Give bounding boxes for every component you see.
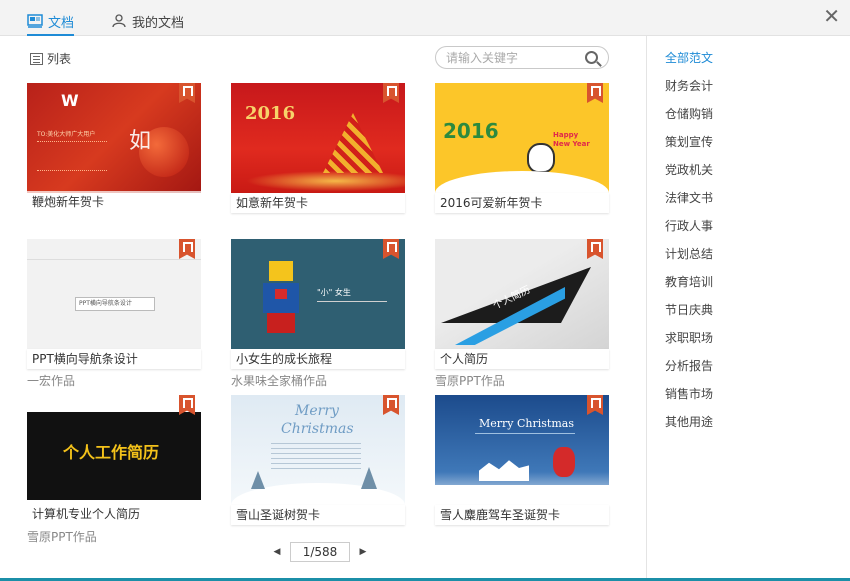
template-title: 雪山圣诞树贺卡 (231, 505, 405, 525)
reindeer-graphic (479, 460, 529, 481)
tab-label: 我的文档 (132, 15, 185, 31)
tab-my-documents[interactable]: 我的文档 (111, 8, 184, 34)
tab-documents[interactable]: 文档 (27, 8, 75, 36)
category-item[interactable]: 财务会计 (665, 78, 713, 106)
prev-page-icon[interactable]: ◀ (270, 544, 284, 560)
template-card[interactable]: PPT横向导航条设计 PPT横向导航条设计 (27, 239, 201, 369)
category-item[interactable]: 党政机关 (665, 162, 713, 190)
thumb-text: 个人工作简历 (63, 443, 160, 462)
template-title: 2016可爱新年贺卡 (435, 193, 609, 213)
cartoon-cat-graphic (527, 143, 555, 173)
close-icon[interactable]: ✕ (823, 6, 840, 26)
tree-graphic (251, 471, 265, 489)
template-title: PPT横向导航条设计 (27, 349, 201, 369)
list-icon (30, 52, 43, 65)
template-title: 雪人麋鹿驾车圣诞贺卡 (435, 505, 609, 525)
category-item[interactable]: 其他用途 (665, 414, 713, 442)
category-item[interactable]: 分析报告 (665, 358, 713, 386)
tab-label: 文档 (48, 15, 75, 31)
template-card[interactable]: 2016 如意新年贺卡 (231, 83, 405, 213)
template-thumbnail: Merry Christmas (231, 395, 405, 505)
template-gallery: 列表 W TO:美化大师广大用户 如 鞭炮新年贺卡 2016 如意新年贺卡 20… (0, 36, 646, 581)
template-thumbnail: 个人简历 (435, 239, 609, 349)
thumb-year: 2016 (443, 119, 499, 143)
template-card[interactable]: 个人简历 个人简历 (435, 239, 609, 369)
top-bar: 文档 我的文档 ✕ (0, 0, 850, 36)
thumb-text: "小" 女生 (317, 288, 351, 297)
template-author: 一宏作品 (27, 374, 76, 388)
template-card[interactable]: 2016 Happy New Year 2016可爱新年贺卡 (435, 83, 609, 213)
thumb-year: 2016 (245, 103, 296, 124)
category-item[interactable]: 教育培训 (665, 274, 713, 302)
category-sidebar: 全部范文 财务会计 仓储购销 策划宣传 党政机关 法律文书 行政人事 计划总结 … (646, 36, 850, 581)
template-card[interactable]: W TO:美化大师广大用户 如 鞭炮新年贺卡 (27, 83, 201, 213)
template-title: 鞭炮新年贺卡 (27, 191, 201, 213)
template-card[interactable]: "小" 女生 小女生的成长旅程 (231, 239, 405, 369)
template-card[interactable]: 个人工作简历 计算机专业个人简历 (27, 395, 201, 525)
firecracker-graphic (323, 113, 383, 173)
next-page-icon[interactable]: ▶ (356, 544, 370, 560)
document-icon (27, 14, 43, 28)
template-thumbnail: "小" 女生 (231, 239, 405, 349)
list-view-label: 列表 (47, 52, 72, 66)
thumb-text: Merry (295, 403, 339, 419)
list-view-toggle[interactable]: 列表 (30, 50, 71, 67)
template-title: 如意新年贺卡 (231, 193, 405, 213)
template-thumbnail: Merry Christmas (435, 395, 609, 505)
category-item[interactable]: 行政人事 (665, 218, 713, 246)
thumb-brand: W (61, 91, 79, 110)
lego-head-graphic (269, 261, 293, 281)
template-thumbnail: 个人工作简历 (27, 395, 201, 505)
thumb-text: Happy New Year (553, 131, 590, 148)
category-item[interactable]: 仓储购销 (665, 106, 713, 134)
template-card[interactable]: Merry Christmas 雪人麋鹿驾车圣诞贺卡 (435, 395, 609, 525)
template-title: 计算机专业个人简历 (27, 503, 201, 525)
category-item[interactable]: 计划总结 (665, 246, 713, 274)
santa-graphic (553, 447, 575, 477)
search-input[interactable] (446, 50, 576, 66)
category-item[interactable]: 销售市场 (665, 386, 713, 414)
thumb-text: TO:美化大师广大用户 (37, 131, 96, 138)
template-thumbnail: 2016 (231, 83, 405, 193)
category-item[interactable]: 节日庆典 (665, 302, 713, 330)
template-title: 个人简历 (435, 349, 609, 369)
template-card[interactable]: Merry Christmas 雪山圣诞树贺卡 (231, 395, 405, 525)
template-thumbnail: 2016 Happy New Year (435, 83, 609, 193)
category-item[interactable]: 策划宣传 (665, 134, 713, 162)
user-icon (112, 14, 126, 28)
pagination: ◀ 1/588 ▶ (270, 542, 370, 562)
page-indicator[interactable]: 1/588 (290, 542, 350, 562)
template-title: 小女生的成长旅程 (231, 349, 405, 369)
template-thumbnail: W TO:美化大师广大用户 如 (27, 83, 201, 193)
category-item[interactable]: 求职职场 (665, 330, 713, 358)
thumb-text: Merry Christmas (479, 417, 574, 430)
category-list: 全部范文 财务会计 仓储购销 策划宣传 党政机关 法律文书 行政人事 计划总结 … (665, 50, 713, 442)
category-item[interactable]: 法律文书 (665, 190, 713, 218)
category-item[interactable]: 全部范文 (665, 50, 713, 78)
search-icon[interactable] (585, 51, 598, 64)
thumb-text: PPT横向导航条设计 (75, 297, 155, 311)
thumb-text: Christmas (281, 421, 354, 437)
template-thumbnail: PPT横向导航条设计 (27, 239, 201, 349)
template-author: 水果味全家桶作品 (231, 374, 328, 388)
template-author: 雪原PPT作品 (27, 530, 97, 544)
template-author: 雪原PPT作品 (435, 374, 505, 388)
search-box (435, 46, 609, 69)
